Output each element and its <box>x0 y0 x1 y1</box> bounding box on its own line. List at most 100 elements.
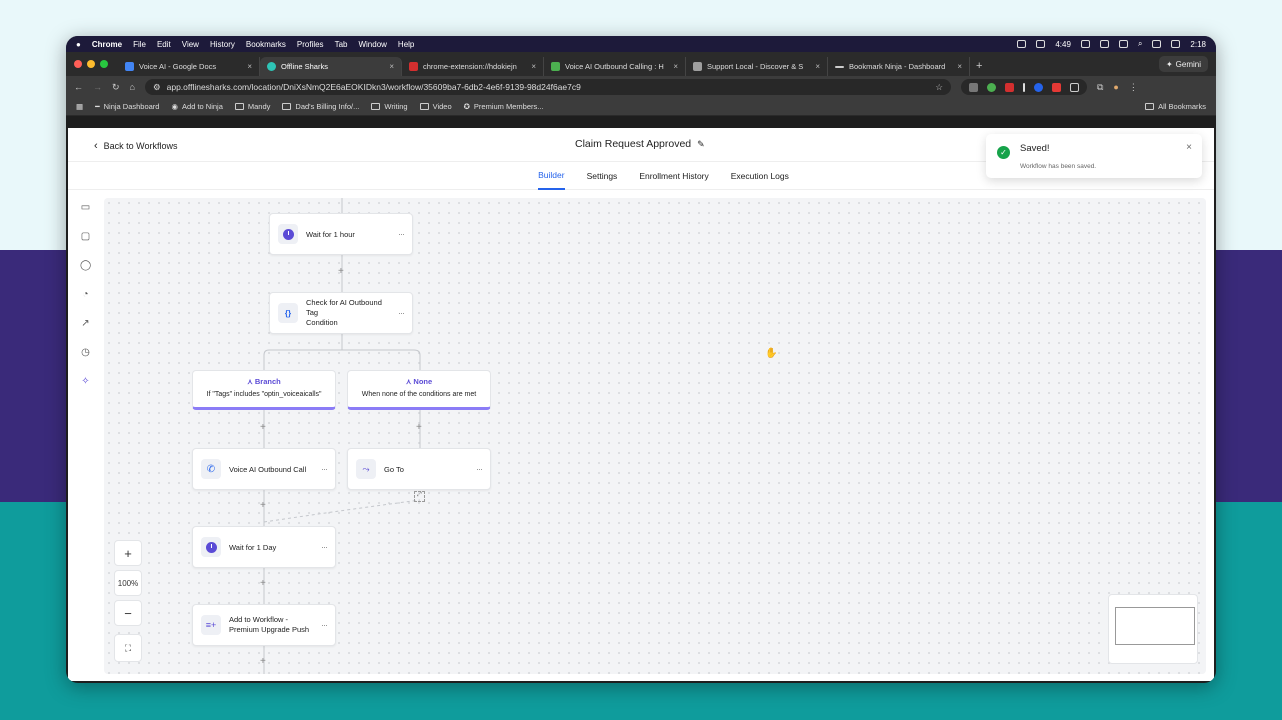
reading-list-icon[interactable]: ⧉ <box>1097 82 1103 93</box>
dropbox-icon[interactable] <box>1080 40 1090 48</box>
maximize-window-button[interactable] <box>100 60 108 68</box>
extension-icon[interactable] <box>1051 82 1061 92</box>
add-step-button[interactable]: + <box>260 422 266 433</box>
status-icon[interactable] <box>1099 40 1109 48</box>
extension-icon[interactable] <box>968 82 978 92</box>
sparkles-icon[interactable]: ✧ <box>80 376 91 387</box>
bookmark-star-icon[interactable]: ☆ <box>935 82 943 93</box>
close-tab-icon[interactable]: × <box>531 62 536 71</box>
close-icon[interactable]: × <box>1186 142 1192 153</box>
apps-grid-icon[interactable]: ▦ <box>76 102 83 111</box>
bookmark-ninja-dashboard[interactable]: ━ Ninja Dashboard <box>95 102 159 111</box>
voice-ai-call-node[interactable]: ✆ Voice AI Outbound Call ··· <box>192 448 336 490</box>
zoom-in-button[interactable]: + <box>114 540 142 566</box>
tab-bookmark-ninja[interactable]: Bookmark Ninja - Dashboard × <box>828 57 970 76</box>
back-to-workflows-link[interactable]: ‹ Back to Workflows <box>94 140 178 152</box>
bookmark-mandy[interactable]: Mandy <box>234 102 270 111</box>
battery-icon[interactable] <box>1171 40 1181 48</box>
url-bar[interactable]: ⚙ app.offlinesharks.com/location/DniXsNm… <box>144 79 951 95</box>
menu-kebab-icon[interactable]: ⋮ <box>1129 82 1138 93</box>
profile-avatar[interactable]: ● <box>1113 82 1118 92</box>
chat-icon[interactable]: ▭ <box>80 202 91 213</box>
close-tab-icon[interactable]: × <box>957 62 962 71</box>
none-branch-card[interactable]: ⋏ None When none of the conditions are m… <box>347 370 491 410</box>
history-icon[interactable]: ◷ <box>80 347 91 358</box>
menu-app-name[interactable]: Chrome <box>92 40 122 49</box>
extension-icon[interactable] <box>1033 82 1043 92</box>
close-tab-icon[interactable]: × <box>815 62 820 71</box>
menu-history[interactable]: History <box>210 40 235 49</box>
more-options-icon[interactable]: ··· <box>321 620 328 630</box>
more-options-icon[interactable]: ··· <box>321 542 328 552</box>
menu-edit[interactable]: Edit <box>157 40 171 49</box>
status-icon[interactable] <box>1036 40 1046 48</box>
tab-google-docs[interactable]: Voice AI - Google Docs × <box>118 57 260 76</box>
edit-pencil-icon[interactable]: ✎ <box>697 139 705 150</box>
add-step-button[interactable]: + <box>416 422 422 433</box>
menu-window[interactable]: Window <box>358 40 386 49</box>
close-tab-icon[interactable]: × <box>247 62 252 71</box>
home-icon[interactable]: ⌂ <box>130 82 135 92</box>
all-bookmarks[interactable]: All Bookmarks <box>1145 102 1206 111</box>
bookmark-premium-members[interactable]: ✪ Premium Members... <box>464 102 544 111</box>
new-tab-button[interactable]: + <box>970 57 988 76</box>
battery-time[interactable]: 4:49 <box>1055 40 1071 49</box>
tab-chrome-extension[interactable]: chrome-extension://hdokiejn × <box>402 57 544 76</box>
tab-builder[interactable]: Builder <box>538 162 565 190</box>
tab-enrollment-history[interactable]: Enrollment History <box>639 162 708 190</box>
forward-arrow-icon[interactable]: → <box>93 82 102 92</box>
reload-icon[interactable]: ↻ <box>112 82 120 93</box>
menu-profiles[interactable]: Profiles <box>297 40 324 49</box>
minimize-window-button[interactable] <box>87 60 95 68</box>
bookmark-writing[interactable]: Writing <box>371 102 408 111</box>
check-tag-condition-node[interactable]: {} Check for AI Outbound Tag Condition ·… <box>269 292 413 334</box>
clock-text[interactable]: 2:18 <box>1190 40 1206 49</box>
add-step-button[interactable]: + <box>260 500 266 511</box>
close-tab-icon[interactable]: × <box>673 62 678 71</box>
tab-settings[interactable]: Settings <box>587 162 618 190</box>
pen-extension-icon[interactable] <box>1022 82 1025 92</box>
external-link-icon[interactable]: ↗ <box>80 318 91 329</box>
close-window-button[interactable] <box>74 60 82 68</box>
wifi-icon[interactable] <box>1152 40 1162 48</box>
tab-execution-logs[interactable]: Execution Logs <box>731 162 789 190</box>
more-options-icon[interactable]: ··· <box>321 464 328 474</box>
branch-card[interactable]: ⋏ Branch If "Tags" includes "optin_voice… <box>192 370 336 410</box>
gemini-button[interactable]: ✦ Gemini <box>1158 56 1208 72</box>
status-icon[interactable] <box>1017 40 1027 48</box>
bookmark-dads-billing[interactable]: Dad's Billing Info/... <box>282 102 359 111</box>
back-arrow-icon[interactable]: ← <box>74 82 83 92</box>
extension-icon[interactable] <box>986 82 996 92</box>
link-connector-icon[interactable]: ⤢ <box>414 491 425 502</box>
close-tab-icon[interactable]: × <box>389 62 394 71</box>
more-options-icon[interactable]: ··· <box>398 308 405 318</box>
workflow-canvas[interactable]: Wait for 1 hour ··· + {} Check for AI Ou… <box>104 198 1206 674</box>
puzzle-icon[interactable] <box>1069 82 1079 92</box>
menu-bookmarks[interactable]: Bookmarks <box>246 40 286 49</box>
go-to-node[interactable]: ⤳ Go To ··· <box>347 448 491 490</box>
fit-view-icon[interactable]: ⛶ <box>114 634 142 662</box>
wait-1-day-node[interactable]: Wait for 1 Day ··· <box>192 526 336 568</box>
more-options-icon[interactable]: ··· <box>398 229 405 239</box>
wait-1-hour-node[interactable]: Wait for 1 hour ··· <box>269 213 413 255</box>
add-step-button[interactable]: + <box>338 266 344 277</box>
tab-offline-sharks[interactable]: Offline Sharks × <box>260 57 402 76</box>
bookmark-add-to-ninja[interactable]: ◉ Add to Ninja <box>171 102 222 111</box>
search-icon[interactable]: ⌕ <box>1138 39 1142 49</box>
tab-voice-ai-outbound[interactable]: Voice AI Outbound Calling : H × <box>544 57 686 76</box>
check-circle-icon[interactable]: ◯ <box>80 260 91 271</box>
more-options-icon[interactable]: ··· <box>476 464 483 474</box>
minimap[interactable] <box>1108 594 1198 664</box>
menu-file[interactable]: File <box>133 40 146 49</box>
extension-icon[interactable] <box>1004 82 1014 92</box>
add-step-button[interactable]: + <box>260 656 266 667</box>
menu-view[interactable]: View <box>182 40 199 49</box>
document-icon[interactable]: ▢ <box>80 231 91 242</box>
minimap-viewport[interactable] <box>1115 607 1195 645</box>
tab-support-local[interactable]: Support Local - Discover & S × <box>686 57 828 76</box>
screen-icon[interactable] <box>1118 40 1128 48</box>
menu-help[interactable]: Help <box>398 40 414 49</box>
add-to-workflow-node[interactable]: ≡+ Add to Workflow - Premium Upgrade Pus… <box>192 604 336 646</box>
zoom-out-button[interactable]: − <box>114 600 142 626</box>
add-step-button[interactable]: + <box>260 578 266 589</box>
